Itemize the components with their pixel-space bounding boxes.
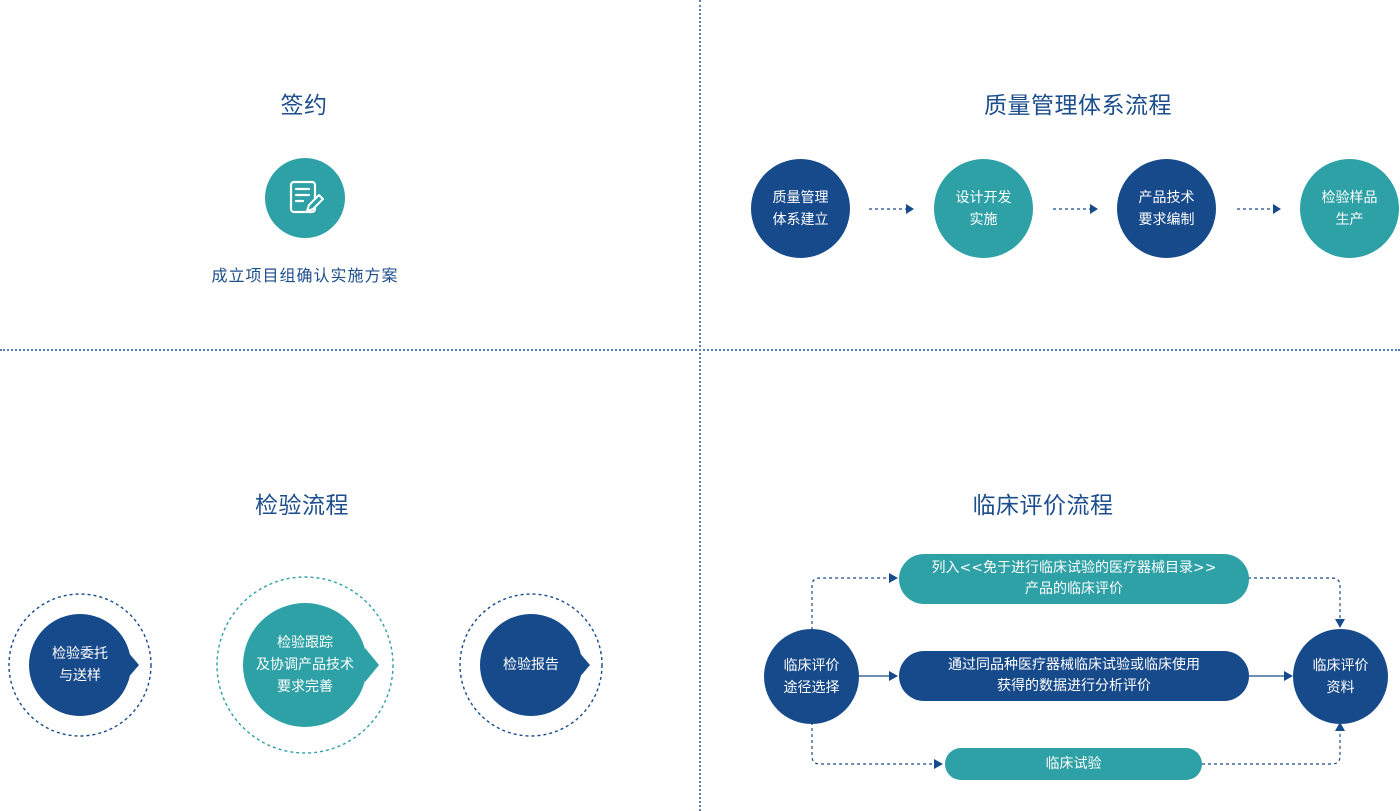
- clinical-bottom-out: [1202, 730, 1341, 765]
- clinical-end-line1: 临床评价: [1312, 657, 1369, 674]
- clinical-start-node: 临床评价 途径选择: [764, 629, 859, 724]
- clinical-path-equivalent: 通过同品种医疗器械临床试验或临床使用 获得的数据进行分析评价: [899, 651, 1249, 701]
- clinical-mid-in-head: [889, 671, 898, 681]
- clinical-start-line2: 途径选择: [783, 679, 840, 696]
- clinical-top-in: [811, 577, 890, 630]
- clinical-path-equivalent-line1: 通过同品种医疗器械临床试验或临床使用: [948, 657, 1200, 673]
- clinical-bottom-in: [811, 722, 935, 765]
- clinical-path-trial: 临床试验: [945, 748, 1202, 780]
- clinical-bottom-in-head: [934, 759, 943, 769]
- clinical-path-trial-line1: 临床试验: [1045, 755, 1102, 772]
- clinical-path-exempt-line2: 产品的临床评价: [1024, 581, 1123, 597]
- clinical-top-out: [1248, 577, 1341, 620]
- clinical-end-node: 临床评价 资料: [1293, 629, 1388, 724]
- clinical-path-equivalent-line2: 获得的数据进行分析评价: [997, 678, 1151, 694]
- clinical-mid-out-head: [1284, 671, 1293, 681]
- clinical-start-line1: 临床评价: [783, 657, 840, 674]
- clinical-end-line2: 资料: [1326, 679, 1355, 696]
- clinical-top-out-head: [1335, 619, 1345, 628]
- clinical-path-exempt: 列入<<免于进行临床试验的医疗器械目录>> 产品的临床评价: [899, 554, 1249, 604]
- clinical-path-exempt-line1: 列入<<免于进行临床试验的医疗器械目录>>: [931, 560, 1217, 576]
- clinical-top-in-head: [889, 573, 898, 583]
